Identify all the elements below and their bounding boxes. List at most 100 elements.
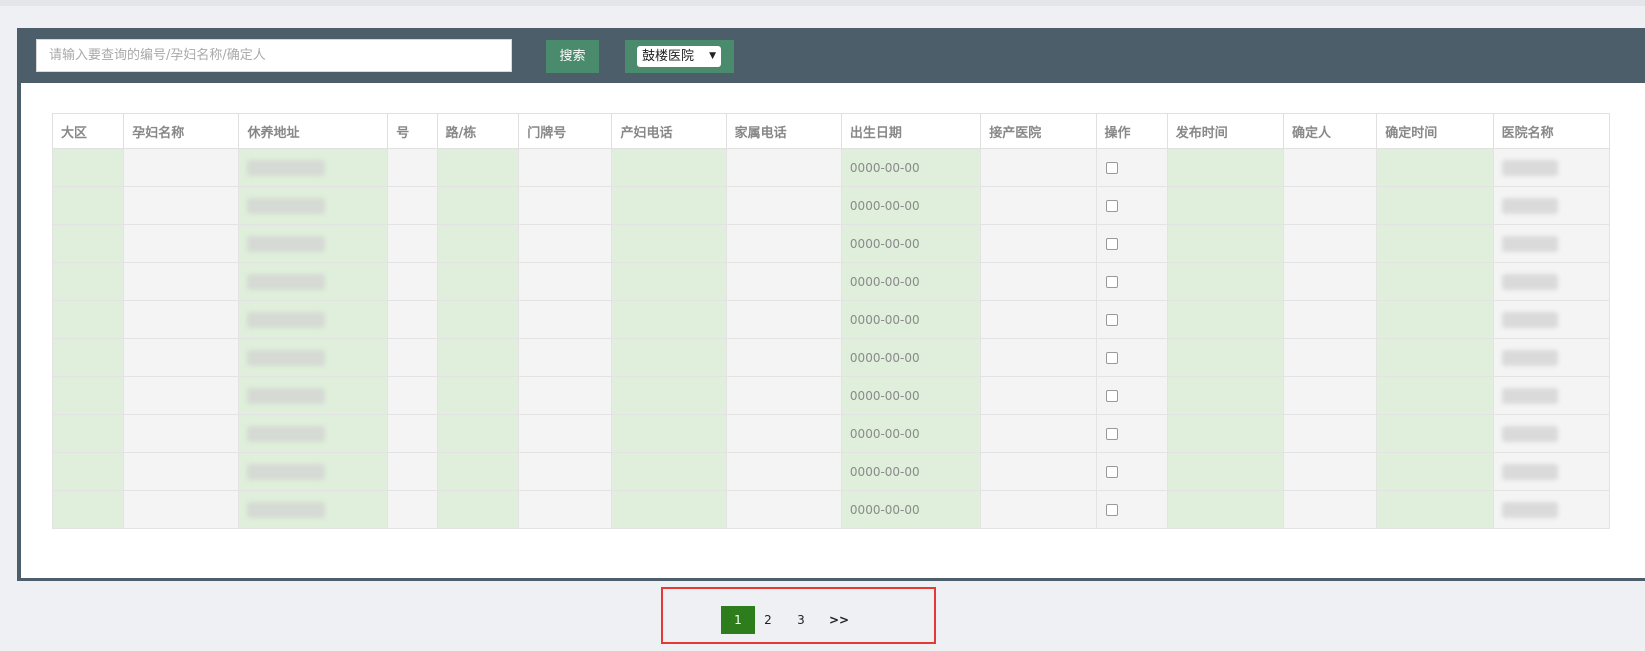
table-cell (1095, 300, 1168, 339)
row-checkbox[interactable] (1105, 314, 1118, 326)
table-cell: 0000-00-00 (840, 338, 982, 377)
table-cell (387, 300, 438, 339)
search-input[interactable] (36, 39, 512, 72)
table-cell (518, 224, 613, 263)
page-2-button[interactable]: 2 (761, 606, 775, 634)
table-cell (980, 148, 1097, 187)
row-checkbox[interactable] (1105, 352, 1118, 364)
row-checkbox[interactable] (1105, 200, 1118, 212)
table-cell (123, 224, 240, 263)
hospital-select[interactable]: 鼓楼医院 ▼ (637, 46, 721, 67)
birth-date: 0000-00-00 (849, 464, 920, 479)
table-cell (980, 414, 1097, 453)
table-cell (1283, 262, 1378, 301)
table-cell (518, 186, 613, 225)
table-cell (238, 490, 389, 529)
table-cell (611, 338, 727, 377)
table-cell (518, 300, 613, 339)
table-cell: 0000-00-00 (840, 262, 982, 301)
table-cell (238, 300, 389, 339)
table-row: 0000-00-00 (51, 186, 1611, 225)
page-3-button[interactable]: 3 (794, 606, 808, 634)
table-cell (123, 338, 240, 377)
table-cell (123, 186, 240, 225)
table-cell (123, 148, 240, 187)
birth-date: 0000-00-00 (849, 350, 920, 365)
table-cell: 0000-00-00 (840, 224, 982, 263)
row-checkbox[interactable] (1105, 162, 1118, 174)
redacted-hospital-name (1501, 235, 1558, 252)
next-page-button[interactable]: >> (824, 606, 854, 634)
table-cell (1166, 262, 1285, 301)
table-cell (1492, 262, 1611, 301)
table-cell (518, 338, 613, 377)
column-header: 家属电话 (725, 113, 842, 149)
redacted-address (247, 349, 326, 366)
table-cell (1095, 490, 1168, 529)
row-checkbox[interactable] (1105, 276, 1118, 288)
table-cell (1492, 300, 1611, 339)
redacted-hospital-name (1501, 311, 1558, 328)
table-cell (518, 414, 613, 453)
table-cell (611, 376, 727, 415)
table-cell (1166, 490, 1285, 529)
table-cell (725, 414, 842, 453)
page-1-button[interactable]: 1 (721, 606, 755, 634)
table-cell (238, 262, 389, 301)
redacted-hospital-name (1501, 501, 1558, 518)
results-area: 大区 孕妇名称 休养地址号路/栋 门牌号 产妇电话 家属电话 出生日期 接产医院 操作 发布时间确… (21, 83, 1645, 578)
row-checkbox[interactable] (1105, 466, 1118, 478)
table-cell (387, 186, 438, 225)
table-cell (1095, 376, 1168, 415)
table-cell (1095, 262, 1168, 301)
birth-date: 0000-00-00 (849, 198, 920, 213)
table-cell (980, 452, 1097, 491)
table-row: 0000-00-00 (51, 376, 1611, 415)
table-cell: 0000-00-00 (840, 414, 982, 453)
row-checkbox[interactable] (1105, 428, 1118, 440)
table-cell (725, 490, 842, 529)
table-cell (1376, 262, 1494, 301)
table-cell (123, 414, 240, 453)
redacted-address (247, 425, 326, 442)
table-cell (1492, 338, 1611, 377)
table-cell (1283, 224, 1378, 263)
table-cell (123, 262, 240, 301)
column-header: 确定人 (1283, 113, 1378, 149)
table-cell (1166, 224, 1285, 263)
table-cell (436, 262, 520, 301)
birth-date: 0000-00-00 (849, 160, 920, 175)
table-cell (387, 262, 438, 301)
table-cell (387, 338, 438, 377)
table-row: 0000-00-00 (51, 224, 1611, 263)
table-cell: 0000-00-00 (840, 376, 982, 415)
table-cell (436, 452, 520, 491)
table-cell (980, 300, 1097, 339)
table-cell (238, 186, 389, 225)
table-row: 0000-00-00 (51, 262, 1611, 301)
row-checkbox[interactable] (1105, 504, 1118, 516)
table-cell (1166, 148, 1285, 187)
table-cell (51, 224, 125, 263)
row-checkbox[interactable] (1105, 238, 1118, 250)
table-cell (436, 414, 520, 453)
table-cell (1492, 148, 1611, 187)
table-cell (1283, 186, 1378, 225)
table-cell (1095, 186, 1168, 225)
table-cell (238, 224, 389, 263)
search-button[interactable]: 搜索 (546, 40, 599, 73)
table-cell: 0000-00-00 (840, 300, 982, 339)
table-cell (1283, 414, 1378, 453)
dropdown-arrow-icon: ▼ (709, 51, 716, 61)
table-row: 0000-00-00 (51, 338, 1611, 377)
birth-date: 0000-00-00 (849, 388, 920, 403)
row-checkbox[interactable] (1105, 390, 1118, 402)
table-cell (387, 490, 438, 529)
table-cell (51, 414, 125, 453)
table-cell (725, 224, 842, 263)
table-cell (980, 376, 1097, 415)
table-cell (1166, 452, 1285, 491)
table-cell (238, 148, 389, 187)
table-cell (611, 414, 727, 453)
column-header: 出生日期 (840, 113, 982, 149)
